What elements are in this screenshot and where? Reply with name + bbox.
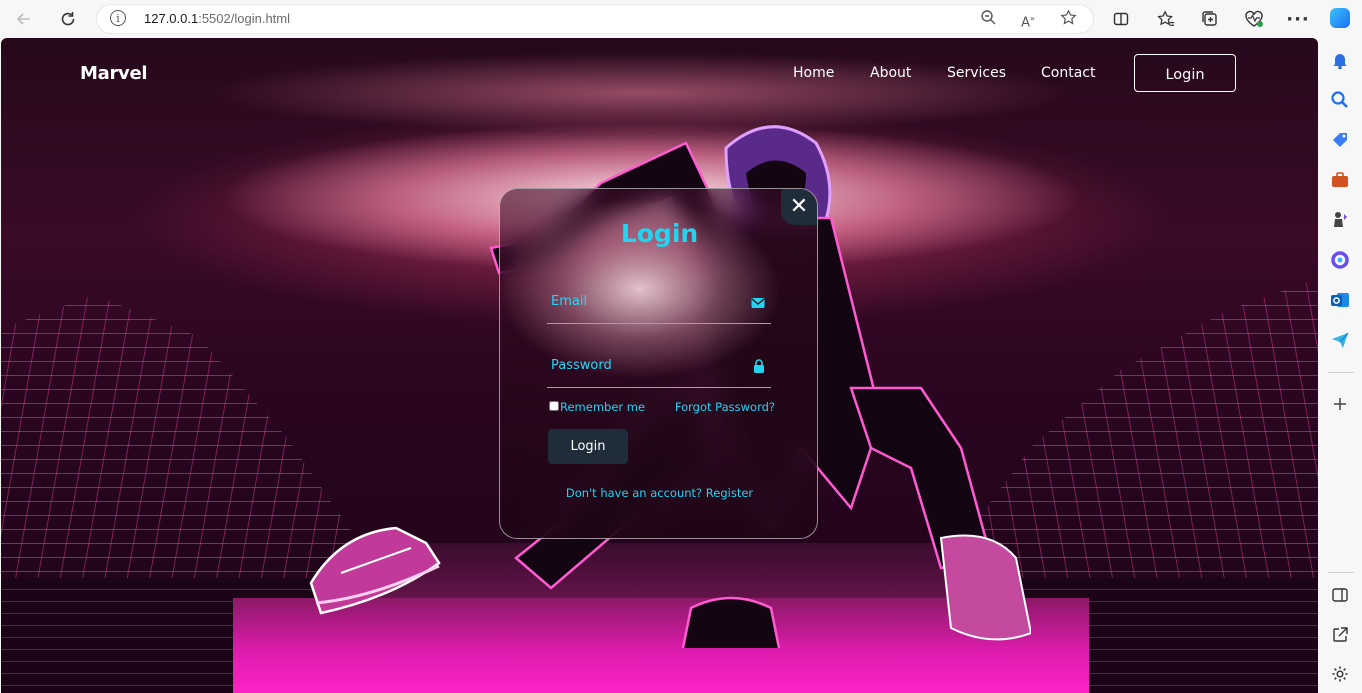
favorites-icon[interactable] — [1152, 5, 1180, 33]
page-viewport: Marvel Home About Services Contact Login… — [1, 38, 1318, 693]
back-icon[interactable] — [10, 5, 38, 33]
settings-gear-icon[interactable] — [1330, 664, 1350, 684]
add-plus-icon[interactable] — [1330, 394, 1350, 414]
brand-logo[interactable]: Marvel — [80, 63, 148, 84]
register-link[interactable]: Register — [706, 486, 753, 500]
login-title: Login — [620, 219, 699, 248]
browser-toolbar: i 127.0.0.1:5502/login.html A» ··· — [0, 0, 1362, 38]
register-prompt: Don't have an account? Register — [500, 486, 817, 500]
read-aloud-icon[interactable]: A» — [1018, 9, 1038, 30]
address-bar[interactable]: i 127.0.0.1:5502/login.html A» — [96, 4, 1094, 34]
sidebar-divider — [1328, 372, 1354, 373]
lock-icon — [754, 359, 764, 373]
login-card: ✕ Login Email Password Remember me Forgo… — [499, 188, 818, 539]
shopping-tag-icon[interactable] — [1330, 130, 1350, 150]
email-label: Email — [551, 294, 588, 309]
copilot-icon[interactable] — [1330, 8, 1350, 28]
more-menu-icon[interactable]: ··· — [1284, 5, 1312, 33]
open-external-icon[interactable] — [1330, 625, 1350, 645]
browser-essentials-icon[interactable] — [1240, 5, 1268, 33]
hide-sidebar-icon[interactable] — [1330, 585, 1350, 605]
remember-me-checkbox[interactable] — [549, 401, 559, 411]
remember-forgot-row: Remember me Forgot Password? — [549, 399, 775, 415]
sidebar-divider — [1328, 572, 1354, 573]
nav-login-button[interactable]: Login — [1134, 54, 1236, 92]
collections-icon[interactable] — [1196, 5, 1224, 33]
nav-link-services[interactable]: Services — [947, 65, 1006, 81]
url-text[interactable]: 127.0.0.1:5502/login.html — [144, 11, 290, 26]
password-label: Password — [551, 358, 612, 373]
login-submit-button[interactable]: Login — [548, 429, 628, 464]
split-screen-icon[interactable] — [1107, 5, 1135, 33]
envelope-icon — [751, 298, 765, 308]
games-chess-icon[interactable] — [1330, 210, 1350, 230]
site-info-icon[interactable]: i — [110, 10, 126, 26]
favorite-star-icon[interactable] — [1058, 9, 1078, 29]
forgot-password-link[interactable]: Forgot Password? — [675, 400, 775, 414]
nav-link-contact[interactable]: Contact — [1041, 65, 1095, 81]
remember-me-label[interactable]: Remember me — [560, 400, 645, 414]
refresh-icon[interactable] — [54, 5, 82, 33]
search-icon[interactable] — [1330, 90, 1350, 110]
nav-link-about[interactable]: About — [870, 65, 911, 81]
nav-link-home[interactable]: Home — [793, 65, 834, 81]
left-sneaker-illustration — [309, 526, 441, 615]
password-field[interactable]: Password — [547, 353, 771, 388]
edge-sidebar — [1318, 0, 1362, 693]
tools-briefcase-icon[interactable] — [1330, 170, 1350, 190]
email-field[interactable]: Email — [547, 289, 771, 324]
zoom-icon[interactable] — [978, 9, 998, 29]
send-paper-plane-icon[interactable] — [1330, 330, 1350, 350]
microsoft-365-icon[interactable] — [1330, 250, 1350, 270]
outlook-icon[interactable] — [1330, 290, 1350, 310]
notification-bell-icon[interactable] — [1330, 50, 1350, 70]
register-prompt-text: Don't have an account? — [565, 486, 703, 500]
